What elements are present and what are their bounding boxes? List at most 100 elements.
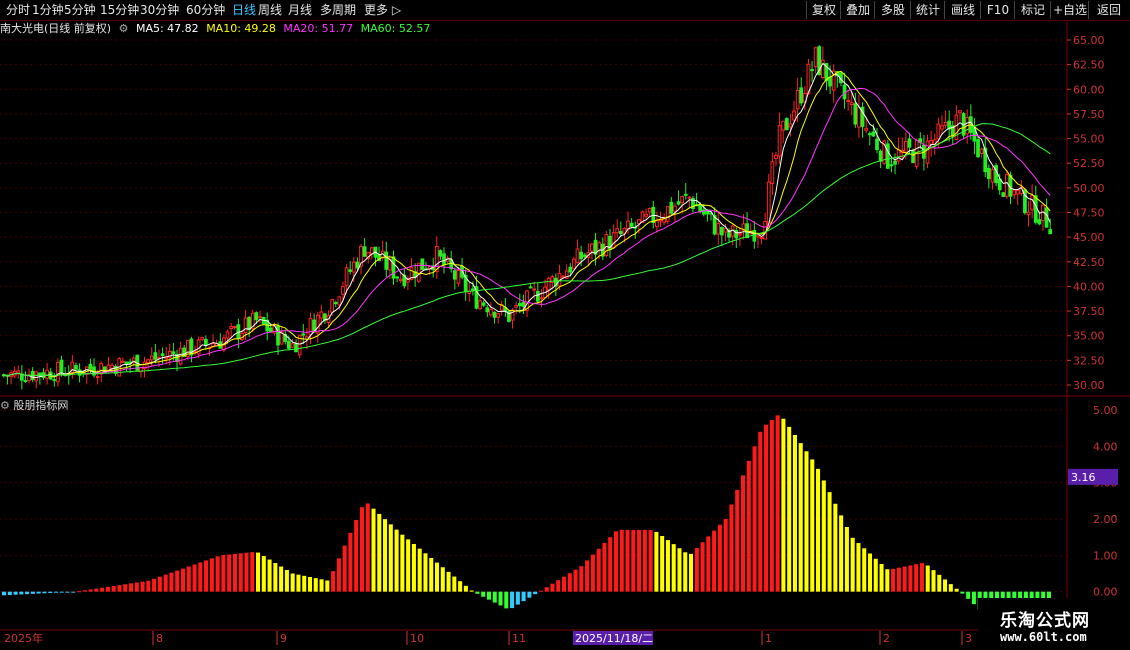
indicator-bar bbox=[13, 591, 18, 595]
candle-body bbox=[333, 302, 338, 305]
indicator-bar bbox=[273, 563, 278, 592]
candle-body bbox=[250, 312, 255, 330]
candle-body bbox=[305, 336, 309, 340]
candle-body bbox=[23, 380, 28, 383]
candle-body bbox=[882, 140, 887, 164]
indicator-bar bbox=[804, 451, 809, 592]
candle-body bbox=[871, 131, 876, 137]
tab-6[interactable]: 日线 bbox=[232, 2, 256, 18]
toolbar-button-1[interactable]: 叠加 bbox=[840, 1, 875, 19]
tab-8[interactable]: 月线 bbox=[288, 2, 312, 18]
indicator-bar bbox=[59, 591, 64, 593]
candle-body bbox=[532, 288, 537, 291]
tab-5[interactable]: 60分钟 bbox=[186, 2, 225, 18]
candle-body bbox=[593, 239, 598, 255]
toolbar-button-3[interactable]: 统计 bbox=[910, 1, 945, 19]
tab-1[interactable]: 1分钟 bbox=[32, 2, 64, 18]
candle-body bbox=[553, 277, 558, 287]
toolbar-button-4[interactable]: 画线 bbox=[944, 1, 981, 19]
candle-body bbox=[954, 114, 959, 140]
current-value-badge bbox=[1068, 468, 1118, 485]
candle-body bbox=[492, 311, 497, 318]
toolbar-button-8[interactable]: 返回 bbox=[1088, 1, 1129, 19]
candle-body bbox=[438, 250, 443, 257]
candle-body bbox=[738, 233, 742, 236]
indicator-bar bbox=[856, 543, 861, 592]
indicator-bar bbox=[180, 568, 186, 592]
candle-body bbox=[388, 258, 392, 271]
candle-body bbox=[416, 262, 421, 282]
candle-body bbox=[936, 123, 941, 140]
toolbar-button-2[interactable]: 多股 bbox=[874, 1, 911, 19]
price-tick-label: 42.50 bbox=[1073, 256, 1105, 269]
indicator-bar bbox=[735, 489, 740, 592]
ind-tick-label: 4.00 bbox=[1093, 440, 1118, 453]
indicator-bar bbox=[175, 570, 180, 592]
candle-body bbox=[1048, 229, 1053, 235]
indicator-bar bbox=[163, 574, 168, 592]
candle-body bbox=[705, 209, 710, 215]
tab-7[interactable]: 周线 bbox=[258, 2, 282, 18]
indicator-bar bbox=[82, 590, 87, 592]
candle-body bbox=[449, 259, 454, 270]
indicator-bar bbox=[411, 543, 416, 592]
indicator-bar bbox=[619, 529, 624, 592]
candle-body bbox=[568, 266, 573, 273]
candle-body bbox=[301, 333, 306, 336]
candle-body bbox=[160, 353, 165, 357]
top-toolbar: 分时 1分钟 5分钟 15分钟 30分钟 60分钟 日线 周线 月线 多周期 更多 ▷ 复权 叠加 多股统… bbox=[0, 0, 1130, 21]
tab-0[interactable]: 分时 bbox=[6, 2, 30, 18]
candle-body bbox=[286, 340, 291, 349]
candle-body bbox=[1041, 204, 1045, 222]
candle-body bbox=[247, 316, 252, 331]
candle-body bbox=[701, 209, 706, 215]
candle-body bbox=[781, 120, 786, 131]
stock-title[interactable]: 南大光电(日线 前复权) bbox=[0, 22, 111, 35]
settings-icon[interactable]: ⚙ bbox=[0, 399, 10, 412]
chart-area[interactable]: 65.00 62.50 60.00 57.50 55.00 52.50 50.00 47.50… bbox=[0, 0, 1130, 650]
tab-4[interactable]: 30分钟 bbox=[140, 2, 179, 18]
candle-body bbox=[359, 245, 363, 267]
candle-body bbox=[351, 261, 356, 273]
tab-2[interactable]: 5分钟 bbox=[64, 2, 96, 18]
candle-body bbox=[842, 84, 847, 100]
candle-body bbox=[398, 278, 403, 282]
toolbar-button-0[interactable]: 复权 bbox=[806, 1, 841, 19]
tab-10[interactable]: 更多 ▷ bbox=[364, 2, 401, 18]
indicator-bar bbox=[954, 588, 959, 592]
indicator-bar bbox=[677, 548, 682, 592]
toolbar-button-7[interactable]: +自选 bbox=[1050, 1, 1089, 19]
indicator-bar bbox=[919, 563, 924, 592]
candle-body bbox=[867, 133, 872, 136]
candle-body bbox=[947, 120, 952, 130]
indicator-bar bbox=[787, 426, 792, 592]
indicator-bar bbox=[77, 591, 82, 593]
indicator-bar bbox=[665, 540, 670, 592]
candle-body bbox=[315, 314, 320, 334]
candle-body bbox=[604, 234, 609, 257]
tab-9[interactable]: 多周期 bbox=[320, 2, 356, 18]
date-label: 11 bbox=[512, 632, 526, 645]
candle-body bbox=[673, 205, 677, 212]
candle-body bbox=[626, 220, 630, 230]
indicator-title[interactable]: 股朋指标网 bbox=[13, 399, 68, 412]
candle-body bbox=[30, 370, 35, 381]
candle-body bbox=[330, 299, 335, 313]
candle-body bbox=[38, 372, 42, 377]
settings-icon[interactable]: ⚙ bbox=[119, 22, 129, 35]
toolbar-button-6[interactable]: 标记 bbox=[1014, 1, 1051, 19]
candle-body bbox=[813, 47, 818, 68]
indicator-bar bbox=[590, 554, 595, 592]
indicator-bar bbox=[463, 585, 468, 592]
indicator-bar bbox=[423, 553, 428, 592]
toolbar-button-5[interactable]: F10 bbox=[980, 1, 1015, 19]
tab-3[interactable]: 15分钟 bbox=[100, 2, 139, 18]
candle-body bbox=[279, 331, 284, 345]
candle-body bbox=[413, 271, 418, 278]
candle-body bbox=[95, 376, 100, 379]
price-tick-label: 32.50 bbox=[1073, 354, 1105, 367]
candle-body bbox=[308, 318, 313, 336]
ind-tick-label: 1.00 bbox=[1093, 549, 1118, 562]
price-tick-label: 37.50 bbox=[1073, 305, 1105, 318]
candle-body bbox=[986, 167, 991, 180]
